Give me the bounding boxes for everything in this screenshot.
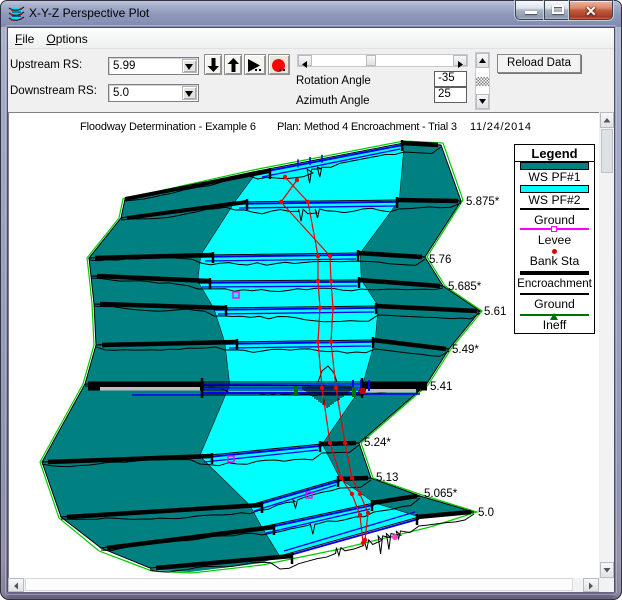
svg-text:5.685*: 5.685* xyxy=(448,281,482,293)
svg-text:5.24*: 5.24* xyxy=(364,437,391,449)
svg-text:5.76: 5.76 xyxy=(429,254,451,266)
svg-text:Floodway Determination - Examp: Floodway Determination - Example 6 xyxy=(80,121,256,133)
svg-text:5.49*: 5.49* xyxy=(452,344,479,356)
svg-text:Plan: Method 4 Encroachment -: Plan: Method 4 Encroachment - Trial 3 xyxy=(277,121,457,133)
svg-text:5.0: 5.0 xyxy=(478,507,494,519)
svg-text:5.875*: 5.875* xyxy=(466,196,500,208)
svg-text:11/24/2014: 11/24/2014 xyxy=(470,121,531,133)
svg-text:5.61: 5.61 xyxy=(484,306,506,318)
svg-text:5.065*: 5.065* xyxy=(424,488,458,500)
svg-text:5.13: 5.13 xyxy=(376,472,398,484)
svg-text:5.41: 5.41 xyxy=(430,381,452,393)
